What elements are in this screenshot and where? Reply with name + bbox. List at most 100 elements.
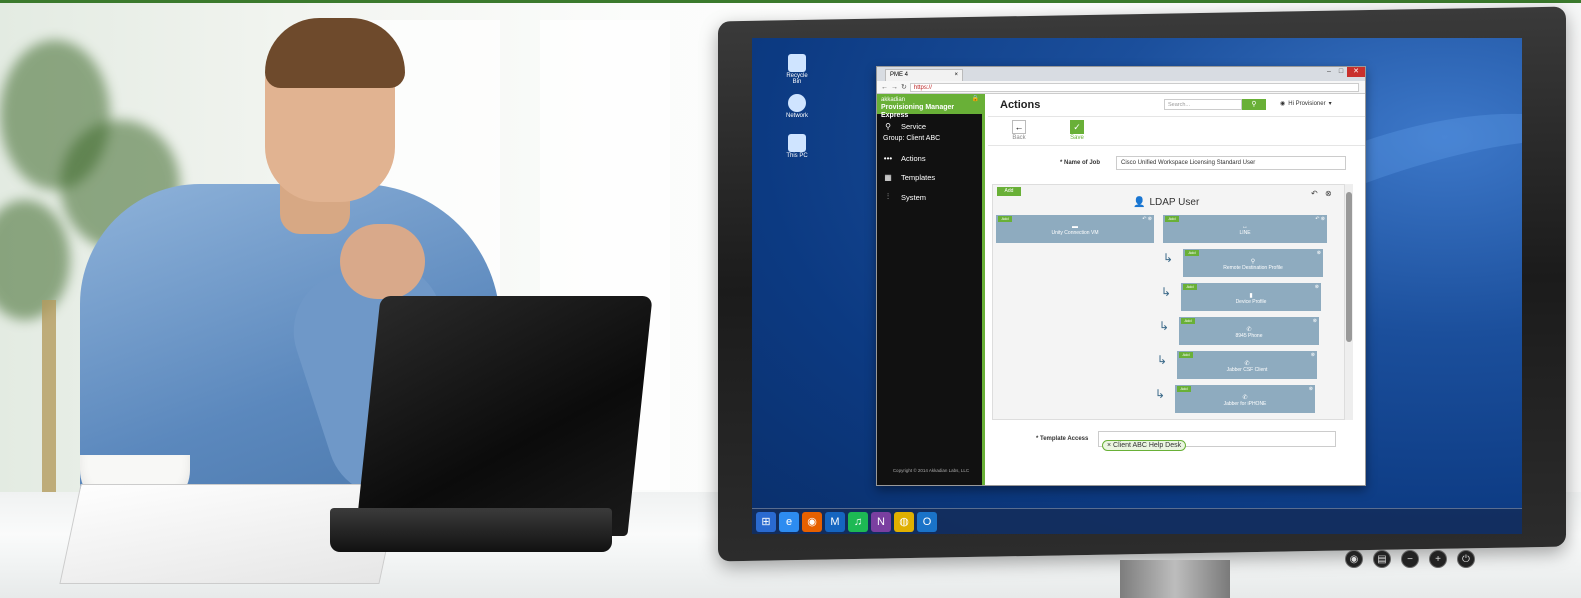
card-device-profile[interactable]: Add ⊗ ▮ Device Profile [1181,283,1321,311]
card-add-button[interactable]: Add [1183,284,1197,290]
firefox-icon[interactable]: ◉ [802,511,822,532]
search-input[interactable]: Search... [1164,99,1242,110]
tab-close-icon[interactable]: × [954,72,958,79]
undo-icon[interactable]: ↶ [1311,189,1318,198]
address-bar: ← → ↻ https:// [877,81,1365,94]
scrollbar-thumb[interactable] [1346,192,1352,342]
sliders-icon: ⫶ [887,192,889,201]
card-remote-destination-profile[interactable]: Add ⊗ ⚲ Remote Destination Profile [1183,249,1323,277]
chevron-down-icon: ▾ [1328,101,1332,107]
desktop-icon-label: This PC [786,153,808,159]
back-label: Back [1012,135,1026,141]
card-title: Jabber CSF Client [1226,367,1268,373]
lock-icon[interactable]: 🔒 [972,95,979,103]
eye-icon[interactable]: ◉ [1345,550,1363,568]
internet-explorer-icon[interactable]: e [779,511,799,532]
document-icon: ▮ [1249,293,1253,299]
sidebar: akkadian Provisioning Manager Express 🔒 … [877,94,985,485]
outlook-icon[interactable]: O [917,511,937,532]
card-controls-icon[interactable]: ↶ ⊗ [1142,216,1152,222]
search-icon: ⚲ [1251,101,1257,108]
desktop-icon-recycle-bin[interactable]: Recycle Bin [784,54,810,85]
sidebar-item-system[interactable]: ⫶ System [877,186,982,206]
card-jabber-for-iphone[interactable]: Add ⊗ ✆ Jabber for iPHONE [1175,385,1315,413]
card-add-button[interactable]: Add [998,216,1012,222]
back-arrow-icon: ← [1012,120,1026,134]
monitor-buttons: ◉ ▤ − + ⏻ [1345,550,1475,568]
close-circle-icon[interactable]: ⊗ [1317,250,1321,256]
back-button[interactable]: ← Back [1006,120,1032,141]
link-arrow-icon: ↳ [1157,353,1168,367]
link-arrow-icon: ↳ [1155,387,1166,401]
back-arrow-icon[interactable]: ← [881,84,888,91]
monitor-stand [1120,560,1230,598]
sidebar-item-actions[interactable]: ••• Actions [877,148,982,167]
card-add-button[interactable]: Add [1185,250,1199,256]
hair [265,18,405,88]
brand-product: Provisioning Manager Express [881,104,955,119]
search-button[interactable]: ⚲ [1242,99,1266,110]
forward-arrow-icon[interactable]: → [891,84,898,91]
card-8945-phone[interactable]: Add ⊗ ✆ 8945 Phone [1179,317,1319,345]
card-title: Remote Destination Profile [1223,265,1283,271]
mail-icon[interactable]: M [825,511,845,532]
job-name-field[interactable]: Cisco Unified Workspace Licensing Standa… [1116,156,1346,170]
template-access-field[interactable]: × Client ABC Help Desk [1098,431,1336,451]
card-add-button[interactable]: Add [1181,318,1195,324]
power-icon[interactable]: ⏻ [1457,550,1475,568]
chrome-icon[interactable]: ◍ [894,511,914,532]
sidebar-item-label: Templates [901,173,936,182]
reload-icon[interactable]: ↻ [901,83,907,91]
minus-icon[interactable]: − [1401,550,1419,568]
card-add-button[interactable]: Add [1165,216,1179,222]
save-label: Save [1070,135,1084,141]
brand-header: akkadian Provisioning Manager Express 🔒 [877,94,982,119]
close-circle-icon[interactable]: ⊗ [1325,189,1332,198]
toolbar: ← Back ✓ Save [988,116,1365,146]
browser-tab[interactable]: PME 4 × [885,69,963,81]
dots-icon: ••• [883,154,893,163]
browser-tab-title: PME 4 [890,72,909,78]
card-add-button[interactable]: Add [1177,386,1191,392]
desktop-icon-this-pc[interactable]: This PC [784,134,810,159]
sidebar-item-label: Actions [901,154,926,163]
onenote-icon[interactable]: N [871,511,891,532]
user-icon: 👤 [1133,197,1146,208]
card-unity-connection-vm[interactable]: Add ↶ ⊗ ▬ Unity Connection VM [996,215,1154,243]
user-menu[interactable]: ◉ Hi Provisioner ▾ [1280,100,1332,108]
location-pin-icon: ⚲ [885,122,891,131]
ldap-user-header: 👤 LDAP User [1133,197,1199,208]
menu-icon[interactable]: ▤ [1373,550,1391,568]
card-line[interactable]: Add ↶ ⊗ ↔ LINE [1163,215,1327,243]
phone-icon: ✆ [1246,327,1252,333]
checkmark-icon: ✓ [1070,120,1084,134]
browser-tab-row: PME 4 × – □ ✕ [877,67,1365,81]
pme-app: akkadian Provisioning Manager Express 🔒 … [877,94,1365,485]
template-access-chip[interactable]: × Client ABC Help Desk [1102,440,1187,451]
card-controls-icon[interactable]: ↶ ⊗ [1315,216,1325,222]
close-circle-icon[interactable]: ⊗ [1315,284,1319,290]
close-circle-icon[interactable]: ⊗ [1311,352,1315,358]
minimize-button[interactable]: – [1323,67,1335,77]
spotify-icon[interactable]: ♫ [848,511,868,532]
hand [340,224,425,299]
close-circle-icon[interactable]: ⊗ [1313,318,1317,324]
desktop-icon-network[interactable]: Network [784,94,810,119]
close-button[interactable]: ✕ [1347,67,1365,77]
plus-icon[interactable]: + [1429,550,1447,568]
start-icon[interactable]: ⊞ [756,511,776,532]
card-add-button[interactable]: Add [1179,352,1193,358]
url-field[interactable]: https:// [909,82,1359,92]
card-jabber-csf-client[interactable]: Add ⊗ ✆ Jabber CSF Client [1177,351,1317,379]
brand-company: akkadian [881,97,906,103]
maximize-button[interactable]: □ [1335,67,1347,77]
add-button[interactable]: Add [997,187,1021,196]
panel-scrollbar[interactable] [1345,184,1353,420]
save-button[interactable]: ✓ Save [1064,120,1090,141]
recycle-bin-icon [788,54,806,72]
card-title: 8945 Phone [1235,333,1263,339]
sidebar-group: Group: Client ABC [883,135,941,142]
close-circle-icon[interactable]: ⊗ [1309,386,1313,392]
sidebar-item-templates[interactable]: ▦ Templates [877,167,982,186]
taskbar: ⊞ e ◉ M ♫ N ◍ O [752,508,1522,534]
